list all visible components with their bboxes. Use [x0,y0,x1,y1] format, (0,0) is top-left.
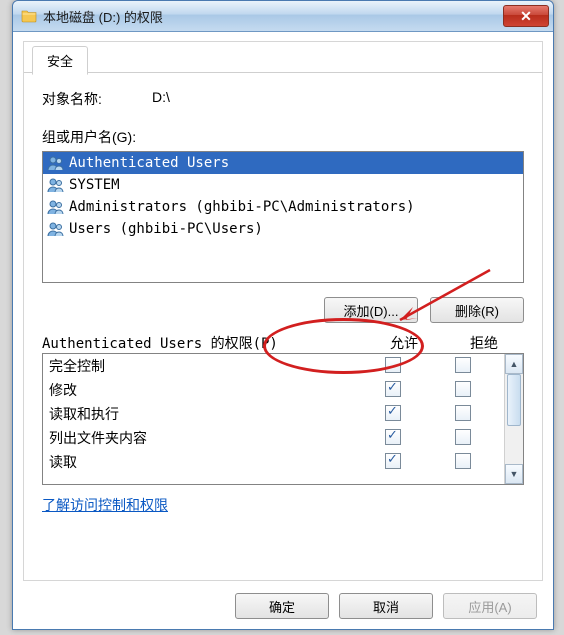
users-icon [47,154,65,172]
scroll-up-icon[interactable]: ▲ [505,354,523,374]
permission-row: 列出文件夹内容 [43,426,504,450]
list-item[interactable]: Administrators (ghbibi-PC\Administrators… [43,196,523,218]
permissions-dialog: 本地磁盘 (D:) 的权限 ✕ 安全 对象名称: D:\ 组或用户名(G): A… [12,0,554,630]
permission-name: 修改 [49,380,358,400]
scroll-thumb[interactable] [507,374,521,426]
allow-checkbox[interactable] [385,381,401,397]
tab-strip: 安全 [24,42,542,73]
users-list[interactable]: Authenticated Users SYSTEM Administrators … [42,151,524,283]
folder-icon [21,8,37,24]
list-item[interactable]: Authenticated Users [43,152,523,174]
allow-column-header: 允许 [364,333,444,353]
ok-button[interactable]: 确定 [235,593,329,619]
list-item-label: Administrators (ghbibi-PC\Administrators… [69,199,415,215]
permission-name: 读取 [49,452,358,472]
dialog-button-row: 确定 取消 应用(A) [235,593,537,619]
close-button[interactable]: ✕ [503,5,549,27]
scroll-down-icon[interactable]: ▼ [505,464,523,484]
groups-label: 组或用户名(G): [42,127,524,147]
permissions-for-label: Authenticated Users 的权限(P) [42,333,364,353]
permissions-list: 完全控制修改读取和执行列出文件夹内容读取 ▲ ▼ [42,353,524,485]
deny-checkbox[interactable] [455,429,471,445]
learn-link[interactable]: 了解访问控制和权限 [42,495,168,515]
users-icon [47,220,65,238]
title-bar: 本地磁盘 (D:) 的权限 ✕ [13,1,553,32]
cancel-button[interactable]: 取消 [339,593,433,619]
list-item[interactable]: SYSTEM [43,174,523,196]
permissions-header: Authenticated Users 的权限(P) 允许 拒绝 [42,333,524,353]
deny-checkbox[interactable] [455,357,471,373]
remove-button[interactable]: 删除(R) [430,297,524,323]
permission-row: 修改 [43,378,504,402]
permission-row: 完全控制 [43,354,504,378]
allow-checkbox[interactable] [385,429,401,445]
close-icon: ✕ [520,8,532,25]
content-panel: 安全 对象名称: D:\ 组或用户名(G): Authenticated Use… [23,41,543,581]
allow-checkbox[interactable] [385,453,401,469]
deny-checkbox[interactable] [455,453,471,469]
permission-name: 完全控制 [49,356,358,376]
tab-security[interactable]: 安全 [32,46,88,75]
deny-checkbox[interactable] [455,405,471,421]
allow-checkbox[interactable] [385,405,401,421]
permission-name: 列出文件夹内容 [49,428,358,448]
permission-row: 读取和执行 [43,402,504,426]
object-value: D:\ [152,89,170,109]
permission-row: 读取 [43,450,504,474]
permission-name: 读取和执行 [49,404,358,424]
list-item-label: Authenticated Users [69,155,229,171]
object-label: 对象名称: [42,89,152,109]
window-title: 本地磁盘 (D:) 的权限 [43,7,503,26]
apply-button[interactable]: 应用(A) [443,593,537,619]
deny-column-header: 拒绝 [444,333,524,353]
tab-label: 安全 [47,51,73,70]
users-icon [47,198,65,216]
list-item-label: Users (ghbibi-PC\Users) [69,221,263,237]
list-item-label: SYSTEM [69,177,120,193]
security-panel: 对象名称: D:\ 组或用户名(G): Authenticated Users S… [24,73,542,525]
allow-checkbox[interactable] [385,357,401,373]
list-item[interactable]: Users (ghbibi-PC\Users) [43,218,523,240]
object-row: 对象名称: D:\ [42,89,524,109]
scrollbar[interactable]: ▲ ▼ [504,354,523,484]
add-button[interactable]: 添加(D)... [324,297,418,323]
deny-checkbox[interactable] [455,381,471,397]
users-icon [47,176,65,194]
